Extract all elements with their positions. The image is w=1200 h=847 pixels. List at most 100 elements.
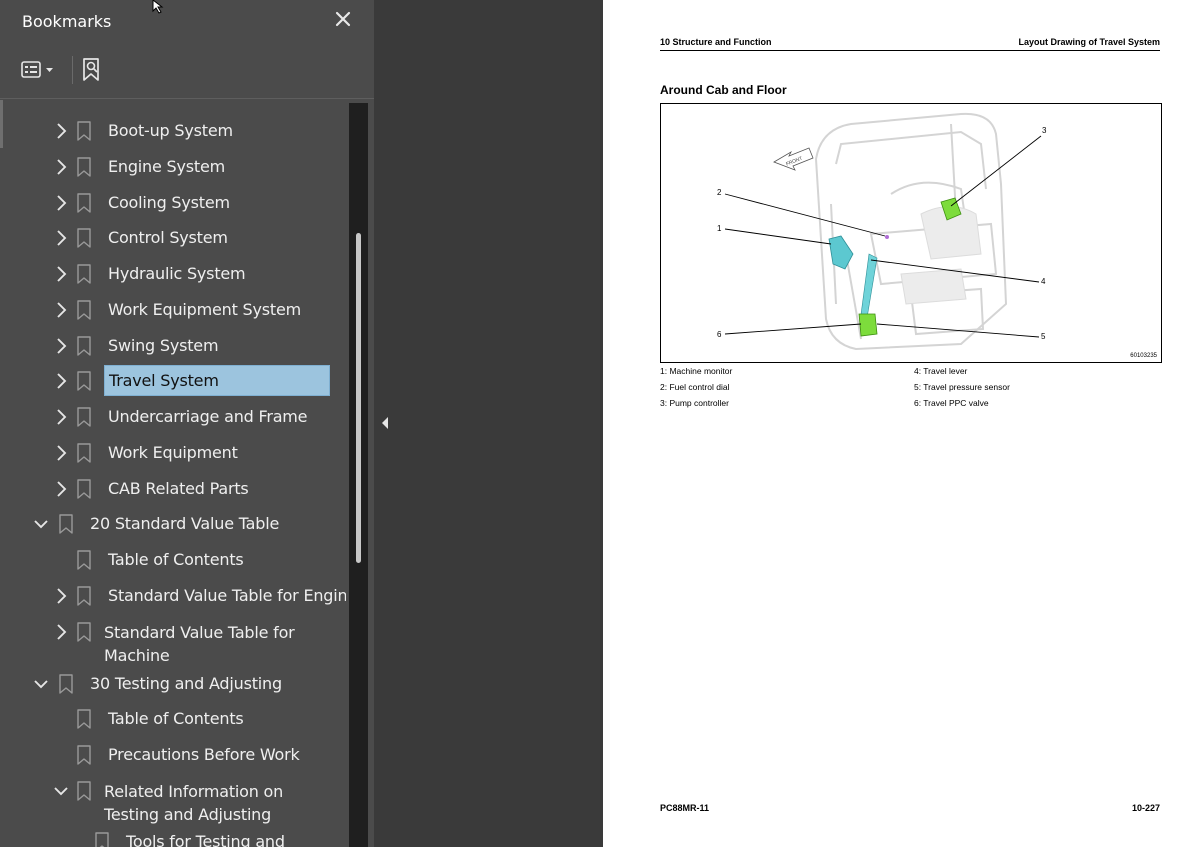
section-title: Around Cab and Floor bbox=[660, 83, 787, 97]
bookmark-item[interactable]: 30 Testing and Adjusting bbox=[0, 667, 346, 701]
chevron-right-icon[interactable] bbox=[52, 299, 70, 321]
bookmark-item[interactable]: Work Equipment bbox=[0, 436, 346, 470]
bookmark-icon bbox=[77, 157, 91, 177]
chevron-right-icon[interactable] bbox=[52, 192, 70, 214]
bookmarks-panel: Bookmarks Boot-up System Engine System Coo… bbox=[0, 0, 374, 847]
bookmark-label: Engine System bbox=[108, 157, 225, 176]
page-number: 10-227 bbox=[1131, 803, 1160, 813]
bookmark-label: Precautions Before Work bbox=[108, 745, 300, 764]
legend-item: 1: Machine monitor bbox=[660, 366, 733, 376]
bookmark-icon bbox=[77, 300, 91, 320]
bookmark-item[interactable]: Related Information on Testing and Adjus… bbox=[0, 774, 346, 824]
bookmark-item[interactable]: Swing System bbox=[0, 329, 346, 363]
chevron-right-icon[interactable] bbox=[52, 335, 70, 357]
bookmark-item[interactable]: Undercarriage and Frame bbox=[0, 400, 346, 434]
bookmark-label: 20 Standard Value Table bbox=[90, 514, 280, 533]
chevron-right-icon[interactable] bbox=[52, 156, 70, 178]
bookmark-options-button[interactable] bbox=[20, 58, 64, 82]
scrollbar-thumb[interactable] bbox=[356, 233, 361, 563]
bookmark-label: Table of Contents bbox=[108, 709, 244, 728]
bookmark-icon bbox=[77, 264, 91, 284]
callout-2: 2 bbox=[717, 188, 722, 197]
bookmarks-scrollbar[interactable] bbox=[349, 103, 368, 847]
bookmark-item[interactable]: Boot-up System bbox=[0, 114, 346, 148]
collapse-panel-button[interactable] bbox=[374, 0, 396, 847]
bookmark-label: Undercarriage and Frame bbox=[108, 407, 308, 426]
bookmark-icon bbox=[77, 336, 91, 356]
bookmark-item[interactable]: 20 Standard Value Table bbox=[0, 507, 346, 541]
legend-item: 5: Travel pressure sensor bbox=[914, 382, 1010, 392]
chevron-right-icon[interactable] bbox=[52, 442, 70, 464]
close-icon bbox=[335, 11, 351, 27]
chevron-right-icon[interactable] bbox=[52, 120, 70, 142]
bookmark-label: Standard Value Table for Machine bbox=[104, 623, 295, 665]
bookmark-icon bbox=[77, 121, 91, 141]
bookmark-icon bbox=[77, 745, 91, 765]
bookmark-options-icon bbox=[21, 61, 53, 78]
bookmark-label: 30 Testing and Adjusting bbox=[90, 674, 282, 693]
page-footer-model: PC88MR-11 bbox=[660, 803, 710, 813]
bookmark-label: Related Information on Testing and Adjus… bbox=[104, 782, 284, 824]
bookmark-item[interactable]: Hydraulic System bbox=[0, 257, 346, 291]
cab-drawing: FRONT bbox=[724, 112, 1042, 351]
bookmark-label: Tools for Testing and bbox=[126, 832, 285, 847]
bookmark-item[interactable]: Cooling System bbox=[0, 186, 346, 220]
bookmark-icon bbox=[77, 586, 91, 606]
bookmark-label: Table of Contents bbox=[108, 550, 244, 569]
bookmark-item[interactable]: Standard Value Table for Machine bbox=[0, 615, 346, 665]
bookmark-item[interactable]: Table of Contents bbox=[0, 702, 346, 736]
bookmark-icon bbox=[77, 622, 91, 642]
chevron-right-icon[interactable] bbox=[52, 227, 70, 249]
bookmark-label: Work Equipment bbox=[108, 443, 238, 462]
toolbar-separator bbox=[72, 56, 73, 84]
legend-item: 6: Travel PPC valve bbox=[914, 398, 989, 408]
callout-6: 6 bbox=[717, 330, 722, 339]
pdf-page: 10 Structure and Function Layout Drawing… bbox=[603, 0, 1200, 847]
chevron-right-icon[interactable] bbox=[52, 478, 70, 500]
bookmark-icon bbox=[95, 832, 109, 847]
bookmark-item[interactable]: Table of Contents bbox=[0, 543, 346, 577]
chevron-down-icon[interactable] bbox=[32, 673, 50, 695]
chevron-right-icon[interactable] bbox=[52, 621, 70, 643]
bookmark-icon bbox=[59, 514, 73, 534]
bookmark-item[interactable]: Precautions Before Work bbox=[0, 738, 346, 772]
bookmark-item[interactable]: Engine System bbox=[0, 150, 346, 184]
callout-5: 5 bbox=[1041, 332, 1046, 341]
bookmark-item[interactable]: Travel System bbox=[0, 364, 346, 398]
mouse-cursor-icon bbox=[152, 0, 164, 14]
bookmark-item[interactable]: Tools for Testing and bbox=[0, 825, 346, 847]
bookmark-icon bbox=[77, 550, 91, 570]
bookmark-label: Hydraulic System bbox=[108, 264, 246, 283]
chevron-down-icon[interactable] bbox=[52, 780, 70, 802]
header-rule bbox=[660, 50, 1160, 51]
bookmark-label: Boot-up System bbox=[108, 121, 233, 140]
layout-figure: FRONT 1 2 3 4 5 6 60103235 bbox=[660, 103, 1162, 363]
bookmark-icon bbox=[59, 674, 73, 694]
chevron-right-icon[interactable] bbox=[52, 263, 70, 285]
chevron-right-icon[interactable] bbox=[52, 370, 70, 392]
bookmark-item[interactable]: CAB Related Parts bbox=[0, 472, 346, 506]
viewer-background bbox=[396, 0, 603, 847]
chevron-down-icon[interactable] bbox=[32, 513, 50, 535]
bookmark-icon bbox=[77, 407, 91, 427]
callout-4: 4 bbox=[1041, 277, 1046, 286]
legend-item: 2: Fuel control dial bbox=[660, 382, 730, 392]
find-current-bookmark-button[interactable] bbox=[80, 56, 106, 84]
bookmark-label: Travel System bbox=[104, 365, 330, 396]
bookmark-icon bbox=[77, 193, 91, 213]
callout-3: 3 bbox=[1042, 126, 1047, 135]
bookmark-icon bbox=[77, 709, 91, 729]
close-panel-button[interactable] bbox=[330, 6, 356, 32]
legend-item: 4: Travel lever bbox=[914, 366, 968, 376]
panel-title: Bookmarks bbox=[22, 12, 112, 31]
bookmark-icon bbox=[77, 443, 91, 463]
chevron-right-icon[interactable] bbox=[52, 406, 70, 428]
chevron-right-icon[interactable] bbox=[52, 585, 70, 607]
bookmark-item[interactable]: Control System bbox=[0, 221, 346, 255]
bookmark-icon bbox=[77, 228, 91, 248]
bookmark-item[interactable]: Standard Value Table for Engine bbox=[0, 579, 346, 613]
bookmark-icon bbox=[77, 781, 91, 801]
collapse-arrow-icon bbox=[382, 417, 388, 429]
bookmark-item[interactable]: Work Equipment System bbox=[0, 293, 346, 327]
bookmark-label: Control System bbox=[108, 228, 228, 247]
